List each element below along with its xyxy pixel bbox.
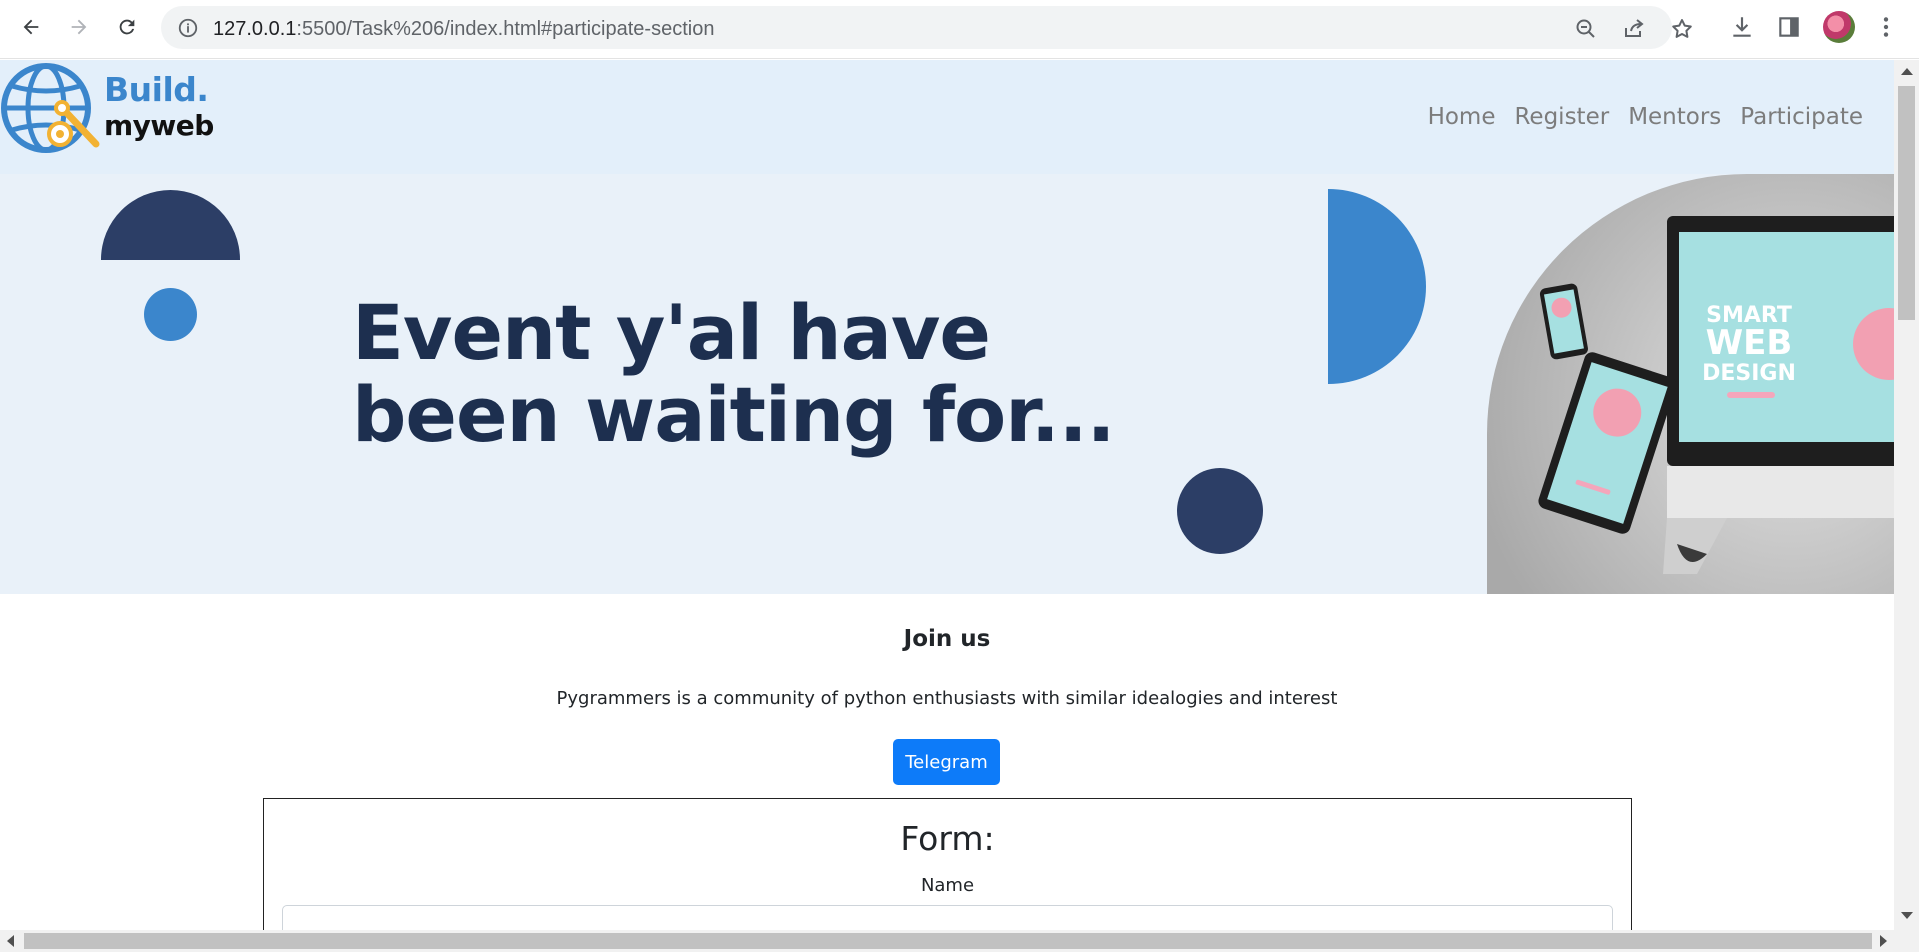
info-icon[interactable] (177, 17, 199, 39)
hero-title: Event y'al have been waiting for... (352, 288, 1115, 459)
scroll-left-icon[interactable] (7, 935, 14, 947)
bookmark-star-icon[interactable] (1670, 17, 1694, 41)
page-viewport: Build. myweb Home Register Mentors Parti… (0, 60, 1894, 930)
reload-icon (119, 19, 135, 35)
profile-avatar[interactable] (1823, 11, 1855, 43)
decor-half-circle (101, 190, 240, 260)
name-label: Name (920, 875, 975, 896)
globe-wrench-icon (1, 63, 100, 153)
nav-link-mentors[interactable]: Mentors (1628, 104, 1721, 130)
side-panel-icon[interactable] (1776, 14, 1802, 40)
monitor-text-design: DESIGN (1702, 361, 1796, 386)
form-title: Form: (900, 819, 995, 858)
scroll-right-icon[interactable] (1880, 935, 1887, 947)
browser-toolbar: 127.0.0.1:5500/Task%206/index.html#parti… (0, 0, 1919, 59)
main-nav: Home Register Mentors Participate (1428, 104, 1863, 130)
join-description: Pygrammers is a community of python enth… (556, 688, 1338, 709)
forward-button[interactable] (64, 12, 94, 42)
arrow-right-icon (71, 19, 87, 35)
vertical-scrollbar[interactable] (1894, 60, 1919, 930)
decor-dot-large (1177, 468, 1263, 554)
address-bar[interactable]: 127.0.0.1:5500/Task%206/index.html#parti… (161, 6, 1692, 49)
url-text[interactable]: 127.0.0.1:5500/Task%206/index.html#parti… (213, 18, 714, 41)
decor-dot-small (144, 288, 197, 341)
nav-link-home[interactable]: Home (1428, 104, 1496, 130)
site-header: Build. myweb Home Register Mentors Parti… (0, 60, 1894, 174)
name-input[interactable] (282, 905, 1613, 930)
telegram-button[interactable]: Telegram (893, 739, 1000, 785)
participate-section: Join us Pygrammers is a community of pyt… (0, 594, 1894, 930)
logo-text-build: Build. (104, 70, 209, 109)
decor-half-circle-right (1328, 189, 1426, 384)
scroll-down-icon[interactable] (1901, 912, 1913, 919)
monitor-text-web: WEB (1706, 323, 1793, 363)
logo-text-myweb: myweb (104, 109, 214, 142)
back-button[interactable] (16, 12, 46, 42)
arrow-left-icon (23, 19, 39, 35)
join-heading: Join us (903, 626, 991, 652)
site-logo[interactable]: Build. myweb (0, 62, 215, 158)
download-icon[interactable] (1729, 14, 1755, 40)
zoom-out-icon[interactable] (1574, 17, 1598, 41)
share-icon[interactable] (1622, 17, 1646, 41)
devices-illustration: SMART WEB DESIGN (1487, 174, 1894, 594)
reload-button[interactable] (112, 12, 142, 42)
scroll-up-icon[interactable] (1901, 68, 1913, 75)
nav-link-participate[interactable]: Participate (1740, 104, 1863, 130)
horizontal-scroll-thumb[interactable] (24, 933, 1872, 949)
kebab-menu-icon[interactable] (1873, 14, 1899, 40)
horizontal-scrollbar[interactable] (0, 930, 1919, 952)
hero-banner: Event y'al have been waiting for... SMAR… (0, 174, 1894, 594)
vertical-scroll-thumb[interactable] (1898, 86, 1915, 320)
nav-link-register[interactable]: Register (1514, 104, 1609, 130)
registration-form: Form: Name (263, 798, 1632, 930)
